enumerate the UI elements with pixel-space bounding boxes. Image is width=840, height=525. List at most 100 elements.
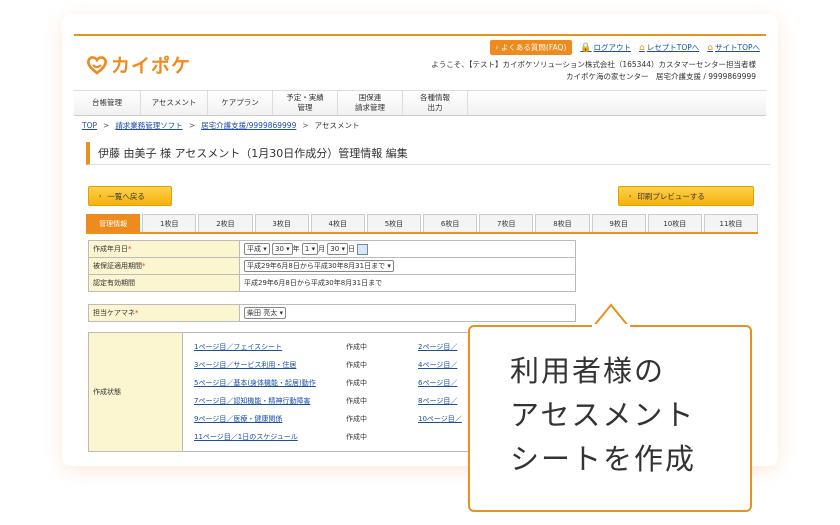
callout-line-2: アセスメント <box>510 398 696 432</box>
page-link-5[interactable]: 5ページ目／基本(身体機能・起居)動作 <box>184 378 346 388</box>
page-link-7[interactable]: 7ページ目／認知機能・精神行動障害 <box>184 396 346 406</box>
lock-icon: 🔒 <box>580 42 592 53</box>
tab-sheet-10[interactable]: 10枚目 <box>647 214 702 232</box>
year-select[interactable]: 30 ▾ <box>271 243 293 255</box>
status-row: 3ページ目／サービス利用・住居 作成中 4ページ目／ <box>184 356 496 374</box>
breadcrumb-separator: > <box>188 121 196 130</box>
tab-management-info[interactable]: 管理情報 <box>86 214 141 232</box>
management-info-form: 作成年月日* 平成 ▾ 30 ▾ 年 1 ▾ 月 30 ▾ 日 被保証適用期間* 平成… <box>88 240 576 292</box>
sheet-tabs: 管理情報 1枚目 2枚目 3枚目 4枚目 5枚目 6枚目 7枚目 8枚目 9枚目… <box>86 214 759 234</box>
calendar-icon[interactable] <box>357 243 369 255</box>
status-text: 作成中 <box>346 379 367 387</box>
tab-label: 3枚目 <box>272 219 291 228</box>
label-text: 認定有効期間 <box>93 279 135 287</box>
tab-label: 4枚目 <box>328 219 347 228</box>
back-to-list-button[interactable]: › 一覧へ戻る <box>88 186 172 206</box>
care-manager-select[interactable]: 柴田 亮太 ▾ <box>244 307 286 319</box>
label-text: 担当ケアマネ <box>93 309 135 317</box>
page-link-9[interactable]: 9ページ目／医療・健康関係 <box>184 414 346 424</box>
page-link-3[interactable]: 3ページ目／サービス利用・住居 <box>184 360 346 370</box>
page-title-text: 伊藤 由美子 様 アセスメント（1月30日作成分）管理情報 編集 <box>98 147 408 160</box>
required-mark: * <box>135 309 139 317</box>
breadcrumb-office[interactable]: 居宅介護支援/9999869999 <box>201 120 296 131</box>
tab-label: 1枚目 <box>160 219 179 228</box>
arrow-right-icon: › <box>629 192 632 200</box>
site-top-link[interactable]: ⌂ サイトTOPへ <box>707 42 760 53</box>
menu-label: 国保連 請求管理 <box>355 93 385 112</box>
page-link-2[interactable]: 2ページ目／ <box>418 342 457 352</box>
tab-sheet-2[interactable]: 2枚目 <box>198 214 253 232</box>
tab-sheet-3[interactable]: 3枚目 <box>254 214 309 232</box>
care-manager-field: 柴田 亮太 ▾ <box>239 304 576 322</box>
tab-label: 7枚目 <box>497 219 516 228</box>
menu-label: 予定・実績 管理 <box>286 93 324 112</box>
back-button-label: 一覧へ戻る <box>107 191 145 201</box>
page-link-6[interactable]: 6ページ目／ <box>418 378 457 388</box>
day-select[interactable]: 30 ▾ <box>327 243 349 255</box>
care-manager-label: 担当ケアマネ* <box>88 304 240 322</box>
creation-status-table: 作成状態 1ページ目／フェイスシート 作成中 2ページ目／ 3ページ目／サービス利用… <box>88 332 498 452</box>
tab-sheet-4[interactable]: 4枚目 <box>310 214 365 232</box>
care-manager-value: 柴田 亮太 <box>247 309 278 317</box>
user-info-line2: カイポケ海の家センター 居宅介護支援 / 9999869999 <box>565 72 756 81</box>
menu-item-billing[interactable]: 国保連 請求管理 <box>338 91 403 115</box>
form-row-insurance-period: 被保証適用期間* 平成29年6月8日から平成30年8月31日まで ▾ <box>88 257 576 275</box>
menu-label: アセスメント <box>151 98 197 107</box>
callout-line-3: シートを作成 <box>510 442 697 476</box>
page-link-11[interactable]: 11ページ目／1日のスケジュール <box>184 432 346 442</box>
page-link-10[interactable]: 10ページ目／ <box>418 414 462 424</box>
receipt-top-link[interactable]: ⌂ レセプトTOPへ <box>639 42 699 53</box>
care-manager-form: 担当ケアマネ* 柴田 亮太 ▾ <box>88 304 576 322</box>
heart-logo-icon <box>86 55 108 75</box>
tab-sheet-7[interactable]: 7枚目 <box>479 214 534 232</box>
tab-sheet-11[interactable]: 11枚目 <box>703 214 759 232</box>
tab-sheet-6[interactable]: 6枚目 <box>423 214 478 232</box>
year-unit: 年 <box>292 245 300 253</box>
user-info: ようこそ、【テスト】カイポケソリューション株式会社（165344）カスタマーセン… <box>431 59 756 83</box>
tab-label: 管理情報 <box>99 219 128 228</box>
status-row: 1ページ目／フェイスシート 作成中 2ページ目／ <box>184 338 496 356</box>
faq-button[interactable]: › よくある質問(FAQ) <box>489 40 573 55</box>
logo-text: カイポケ <box>111 55 192 77</box>
required-mark: * <box>128 245 132 253</box>
insurance-period-select[interactable]: 平成29年6月8日から平成30年8月31日まで ▾ <box>244 260 394 272</box>
menu-label: 各種情報 出力 <box>420 93 450 112</box>
tab-sheet-9[interactable]: 9枚目 <box>591 214 646 232</box>
menu-item-output[interactable]: 各種情報 出力 <box>403 91 468 115</box>
breadcrumb: TOP > 請求業務管理ソフト > 居宅介護支援/9999869999 > アセ… <box>82 120 360 131</box>
year-value: 30 <box>274 245 284 253</box>
header-accent-line <box>74 34 766 36</box>
certified-period-text: 平成29年6月8日から平成30年8月31日まで <box>244 279 383 287</box>
main-menu: 台帳管理 アセスメント ケアプラン 予定・実績 管理 国保連 請求管理 各種情報… <box>74 90 766 116</box>
menu-item-schedule[interactable]: 予定・実績 管理 <box>273 91 338 115</box>
menu-item-ledger[interactable]: 台帳管理 <box>74 91 141 115</box>
form-row-certified-period: 認定有効期間 平成29年6月8日から平成30年8月31日まで <box>88 274 576 292</box>
day-value: 30 <box>330 245 340 253</box>
page-link-8[interactable]: 8ページ目／ <box>418 396 457 406</box>
insurance-period-label: 被保証適用期間* <box>88 257 240 275</box>
status-row: 11ページ目／1日のスケジュール 作成中 <box>184 428 496 446</box>
status-text: 作成中 <box>346 433 367 441</box>
menu-item-assessment[interactable]: アセスメント <box>141 91 208 115</box>
feature-callout: 利用者様の アセスメント シートを作成 <box>468 325 752 512</box>
print-preview-button[interactable]: › 印刷プレビューする <box>618 186 754 206</box>
tab-sheet-1[interactable]: 1枚目 <box>142 214 197 232</box>
status-text: 作成中 <box>346 361 367 369</box>
breadcrumb-top[interactable]: TOP <box>82 121 97 130</box>
month-select[interactable]: 1 ▾ <box>301 243 319 255</box>
era-select[interactable]: 平成 ▾ <box>244 243 270 255</box>
status-row: 9ページ目／医療・健康関係 作成中 10ページ目／ <box>184 410 496 428</box>
tab-sheet-5[interactable]: 5枚目 <box>366 214 422 232</box>
page-title: 伊藤 由美子 様 アセスメント（1月30日作成分）管理情報 編集 <box>86 142 770 165</box>
menu-item-careplan[interactable]: ケアプラン <box>208 91 273 115</box>
breadcrumb-billing-software[interactable]: 請求業務管理ソフト <box>115 120 183 131</box>
page-link-1[interactable]: 1ページ目／フェイスシート <box>184 342 346 352</box>
status-text: 作成中 <box>346 343 367 351</box>
month-unit: 月 <box>318 245 326 253</box>
status-text: 作成中 <box>346 415 367 423</box>
tab-sheet-8[interactable]: 8枚目 <box>535 214 590 232</box>
logout-link[interactable]: 🔒 ログアウト <box>580 42 631 53</box>
logo[interactable]: カイポケ <box>86 51 191 78</box>
form-row-care-manager: 担当ケアマネ* 柴田 亮太 ▾ <box>88 304 576 322</box>
page-link-4[interactable]: 4ページ目／ <box>418 360 457 370</box>
